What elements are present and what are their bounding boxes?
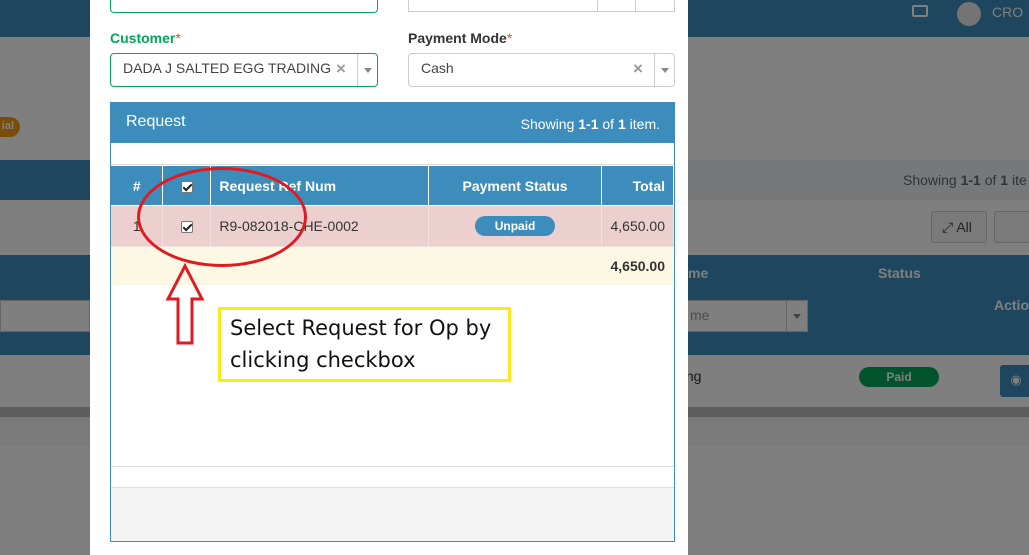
annotation-line-2: clicking checkbox — [230, 348, 416, 372]
payment-mode-label: Payment Mode* — [408, 30, 513, 46]
panel-toolbar — [111, 143, 674, 165]
row-total: 4,650.00 — [600, 205, 675, 247]
total-empty-cell — [428, 246, 602, 285]
clear-icon[interactable]: × — [633, 60, 643, 77]
date-field[interactable]: 2018-08-02 — [408, 0, 675, 12]
arrow-up-icon — [165, 263, 205, 345]
highlight-ellipse — [137, 167, 307, 267]
row-status: Unpaid — [428, 205, 602, 247]
payment-mode-select[interactable]: Cash × — [408, 53, 675, 87]
request-panel-title: Request — [126, 113, 186, 130]
previous-field[interactable] — [110, 0, 378, 13]
payment-mode-value: Cash — [421, 60, 454, 76]
column-header-status[interactable]: Payment Status — [428, 165, 602, 206]
divider — [111, 466, 674, 467]
customer-select[interactable]: DADA J SALTED EGG TRADING × — [110, 53, 378, 87]
annotation-box: Select Request for Op by clicking checkb… — [218, 307, 511, 382]
remove-date-icon[interactable] — [597, 0, 635, 11]
customer-label: Customer* — [110, 30, 181, 46]
request-panel-header: Request Showing 1-1 of 1 item. — [111, 103, 674, 143]
panel-footer — [111, 487, 674, 541]
chevron-down-icon[interactable] — [357, 54, 377, 86]
calendar-icon[interactable] — [635, 0, 675, 11]
total-empty-cell — [111, 246, 164, 285]
grand-total: 4,650.00 — [600, 246, 675, 285]
column-header-total[interactable]: Total — [600, 165, 675, 206]
showing-summary: Showing 1-1 of 1 item. — [520, 116, 660, 132]
clear-icon[interactable]: × — [336, 60, 346, 77]
annotation-line-1: Select Request for Op by — [230, 316, 492, 340]
customer-value: DADA J SALTED EGG TRADING — [123, 60, 331, 76]
unpaid-badge: Unpaid — [474, 216, 556, 236]
chevron-down-icon[interactable] — [654, 54, 674, 86]
